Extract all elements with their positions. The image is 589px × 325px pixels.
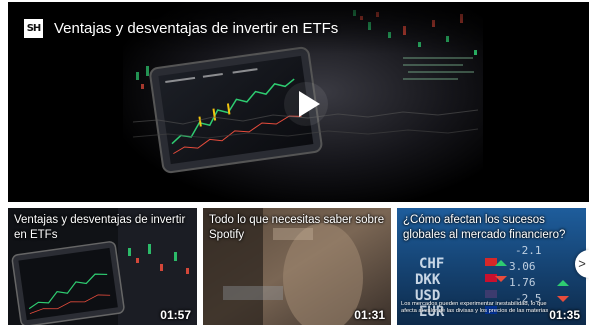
svg-text:1.76: 1.76 — [509, 276, 536, 289]
playlist-item-etfs[interactable]: Ventajas y desventajas de invertir en ET… — [8, 208, 197, 325]
svg-text:DKK: DKK — [415, 272, 441, 288]
playlist-item-mercado[interactable]: CHF DKK USD EUR -2.1 3.06 1.76 -2.5 ¿Cóm… — [397, 208, 586, 325]
video-widget: SH Ventajas y desventajas de invertir en… — [0, 0, 589, 325]
channel-logo: SH — [24, 19, 43, 38]
playlist-item-title: Todo lo que necesitas saber sobre Spotif… — [209, 214, 385, 241]
duration-badge: 01:31 — [354, 308, 385, 322]
video-title[interactable]: Ventajas y desventajas de invertir en ET… — [54, 20, 338, 37]
playlist-item-title: ¿Cómo afectan los sucesos globales al me… — [403, 214, 566, 241]
duration-badge: 01:35 — [549, 308, 580, 322]
chevron-right-icon: > — [578, 256, 586, 271]
duration-badge: 01:57 — [160, 308, 191, 322]
playlist-item-spotify[interactable]: Todo lo que necesitas saber sobre Spotif… — [203, 208, 391, 325]
svg-text:-2.1: -2.1 — [515, 244, 542, 257]
main-video-player[interactable]: SH Ventajas y desventajas de invertir en… — [8, 2, 589, 202]
svg-text:3.06: 3.06 — [509, 260, 536, 273]
svg-text:CHF: CHF — [419, 256, 444, 272]
play-button[interactable] — [284, 82, 328, 126]
play-icon — [299, 91, 320, 117]
playlist-item-title: Ventajas y desventajas de invertir en ET… — [14, 214, 186, 241]
subtitle-caption: Los mercados pueden experimentar inestab… — [401, 301, 549, 314]
